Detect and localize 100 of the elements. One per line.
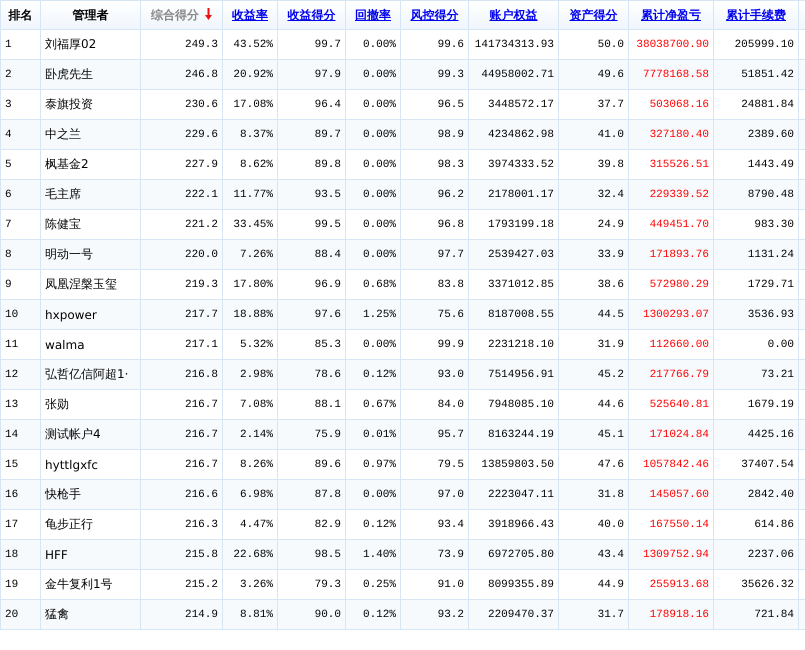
table-cell: 217766.79 [628,360,714,390]
table-cell: 97.6 [278,300,346,330]
table-cell: 31.8 [558,480,628,510]
table-cell: 2223047.11 [468,480,558,510]
table-cell: 33.9 [558,240,628,270]
table-cell: 4 [0,120,40,150]
column-header[interactable]: 风控得分 [400,0,468,30]
table-cell: 6 [0,180,40,210]
table-cell: 44958002.71 [468,60,558,90]
table-cell: HFF [40,540,140,570]
table-cell: 99.3 [400,60,468,90]
table-cell: hxpower [40,300,140,330]
table-cell: 2.14% [222,420,278,450]
column-header[interactable]: 累计手续费 [714,0,798,30]
table-cell: 32.4 [558,180,628,210]
table-cell: 12 [0,360,40,390]
table-cell: 73.9 [400,540,468,570]
column-header[interactable]: 收益率 [222,0,278,30]
table-cell: 97.9 [278,60,346,90]
table-cell: 98.5 [278,540,346,570]
table-cell: 4425.16 [714,420,798,450]
column-header[interactable]: 账户权益 [468,0,558,30]
table-cell: 145057.60 [628,480,714,510]
table-cell: 2539427.03 [468,240,558,270]
table-cell: 18.88% [222,300,278,330]
table-cell: 毛主席 [40,180,140,210]
table-cell: 31.7 [558,600,628,630]
table-cell: 中之兰 [40,120,140,150]
table-cell: 98.9 [400,120,468,150]
table-cell: 2389.60 [714,120,798,150]
table-cell: 216.6 [140,480,222,510]
table-cell: 178918.16 [628,600,714,630]
sort-link[interactable]: 收益率 [232,8,268,22]
table-cell: 246.8 [140,60,222,90]
table-cell: 8.81% [222,600,278,630]
header-label: 综合得分 [150,8,199,22]
column-header[interactable]: 回撤率 [346,0,400,30]
table-cell: 16 [0,480,40,510]
table-cell: 96.2 [400,180,468,210]
table-cell: 0.00% [346,120,400,150]
table-cell: 弘哲亿信阿超1· [40,360,140,390]
table-cell: 327180.40 [628,120,714,150]
table-cell: 87.8 [278,480,346,510]
table-cell: 3536.93 [714,300,798,330]
table-cell: 1.25% [346,300,400,330]
table-cell: 78.6 [278,360,346,390]
table-cell: 95.7 [400,420,468,450]
table-cell: 2 [0,60,40,90]
table-cell: 7778168.58 [628,60,714,90]
table-cell: 44.5 [558,300,628,330]
table-cell: 7514956.91 [468,360,558,390]
table-cell: 229339.52 [628,180,714,210]
table-cell: 45.1 [558,420,628,450]
table-cell: 45.2 [558,360,628,390]
table-cell: 明动一号 [40,240,140,270]
table-cell: 229.6 [140,120,222,150]
table-cell: 93.5 [278,180,346,210]
table-cell: 217.7 [140,300,222,330]
table-cell: 22.68% [222,540,278,570]
column-header[interactable]: 累计净盈亏 [628,0,714,30]
sort-link[interactable]: 收益得分 [288,8,336,22]
table-cell: 0.00% [346,480,400,510]
table-cell: 0.00% [346,240,400,270]
table-cell: 1300293.07 [628,300,714,330]
table-cell: 49.6 [558,60,628,90]
table-cell: 214.9 [140,600,222,630]
sort-down-icon [205,8,212,20]
table-cell: 8 [0,240,40,270]
sort-link[interactable]: 回撤率 [355,8,391,22]
table-cell: 1.40% [346,540,400,570]
table-cell: 1309752.94 [628,540,714,570]
table-cell: 2178001.17 [468,180,558,210]
table-cell: 6972705.80 [468,540,558,570]
table-cell: 2842.40 [714,480,798,510]
table-cell: 8790.48 [714,180,798,210]
table-cell: 2.98% [222,360,278,390]
sort-link[interactable]: 累计手续费 [726,8,786,22]
sort-link[interactable]: 风控得分 [410,8,458,22]
column-header[interactable]: 资产得分 [558,0,628,30]
table-cell: 220.0 [140,240,222,270]
table-cell: 1131.24 [714,240,798,270]
table-cell: 0.01% [346,420,400,450]
sort-link[interactable]: 累计净盈亏 [641,8,701,22]
table-cell: 51851.42 [714,60,798,90]
table-cell: 11.77% [222,180,278,210]
table-cell: 10 [0,300,40,330]
table-cell: 97.7 [400,240,468,270]
header-label: 管理者 [72,8,108,22]
column-header[interactable]: 收益得分 [278,0,346,30]
table-cell: 7.26% [222,240,278,270]
table-cell: 93.0 [400,360,468,390]
table-cell: 4234862.98 [468,120,558,150]
table-cell: 0.12% [346,600,400,630]
table-cell: 171893.76 [628,240,714,270]
table-cell: 75.6 [400,300,468,330]
table-cell: 75.9 [278,420,346,450]
sort-link[interactable]: 资产得分 [570,8,618,22]
table-cell: 721.84 [714,600,798,630]
table-cell: 20.92% [222,60,278,90]
sort-link[interactable]: 账户权益 [490,8,538,22]
